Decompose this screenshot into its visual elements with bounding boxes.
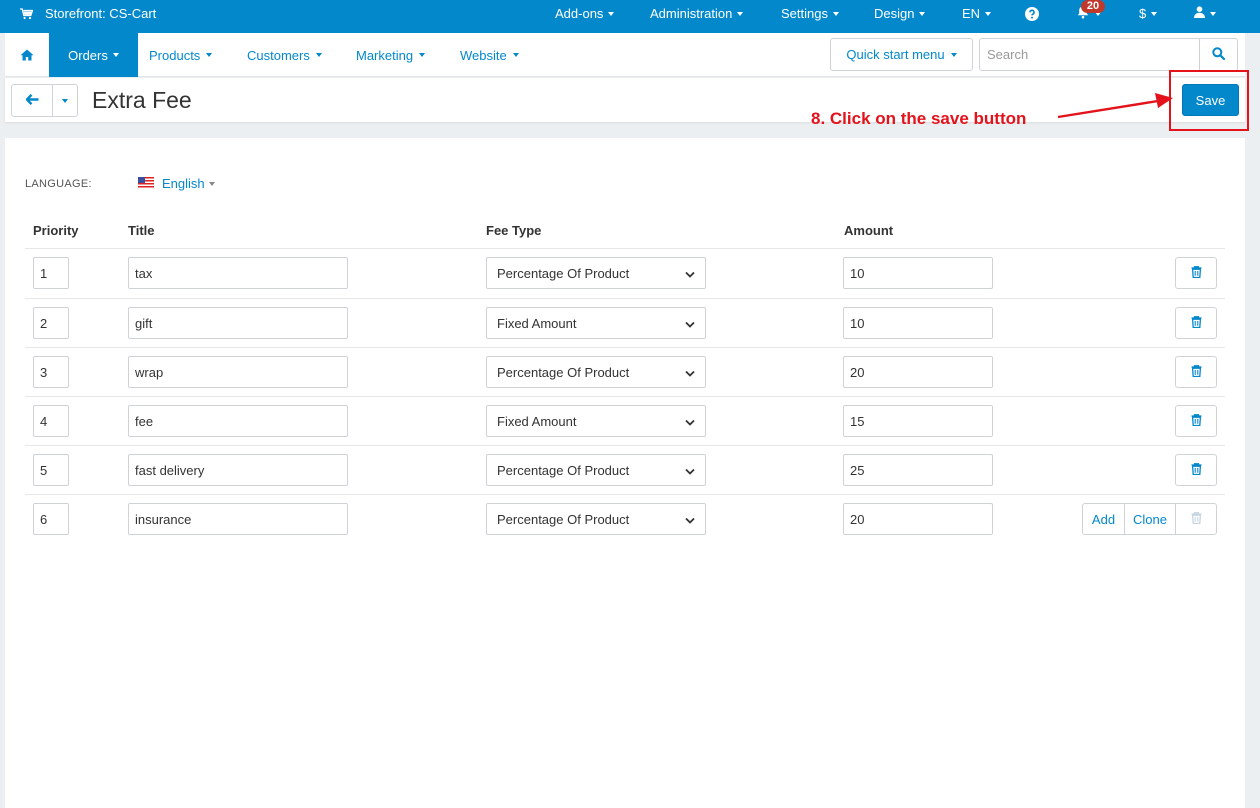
header-title: Title — [128, 223, 155, 238]
fee-type-value: Fixed Amount — [497, 315, 577, 331]
title-input[interactable] — [128, 356, 348, 388]
delete-button[interactable] — [1175, 405, 1217, 437]
table-row: Percentage Of Product Add Clone — [5, 494, 1245, 543]
language-select[interactable]: English — [138, 176, 215, 191]
fee-type-select[interactable]: Percentage Of Product — [486, 454, 706, 486]
header-fee-type: Fee Type — [486, 223, 542, 238]
priority-input[interactable] — [33, 405, 69, 437]
clone-button[interactable]: Clone — [1125, 504, 1176, 534]
trash-icon — [1191, 315, 1202, 331]
trash-icon — [1191, 413, 1202, 429]
fee-type-value: Percentage Of Product — [497, 265, 630, 281]
delete-button-disabled — [1176, 504, 1216, 534]
priority-input[interactable] — [33, 307, 69, 339]
fee-type-select[interactable]: Percentage Of Product — [486, 356, 706, 388]
fee-type-value: Percentage Of Product — [497, 511, 630, 527]
chevron-down-icon — [685, 316, 695, 331]
language-value: English — [162, 176, 205, 191]
table-row: Fixed Amount — [5, 396, 1245, 445]
chevron-down-icon — [685, 463, 695, 478]
title-input[interactable] — [128, 503, 348, 535]
table-row: Percentage Of Product — [5, 249, 1245, 298]
priority-input[interactable] — [33, 503, 69, 535]
title-input[interactable] — [128, 405, 348, 437]
table-row: Percentage Of Product — [5, 445, 1245, 494]
trash-icon — [1191, 462, 1202, 478]
language-label: LANGUAGE: — [25, 178, 92, 190]
fee-type-select[interactable]: Percentage Of Product — [486, 503, 706, 535]
amount-input[interactable] — [843, 356, 993, 388]
amount-input[interactable] — [843, 405, 993, 437]
delete-button[interactable] — [1175, 356, 1217, 388]
priority-input[interactable] — [33, 257, 69, 289]
fee-type-value: Percentage Of Product — [497, 462, 630, 478]
content-panel: LANGUAGE: English Priority Title Fee Typ… — [5, 138, 1245, 808]
header-amount: Amount — [844, 223, 894, 238]
trash-icon — [1191, 265, 1202, 281]
chevron-down-icon — [685, 266, 695, 281]
priority-input[interactable] — [33, 356, 69, 388]
fee-type-value: Fixed Amount — [497, 413, 577, 429]
title-input[interactable] — [128, 307, 348, 339]
fee-type-select[interactable]: Fixed Amount — [486, 307, 706, 339]
priority-input[interactable] — [33, 454, 69, 486]
chevron-down-icon — [685, 512, 695, 527]
us-flag-icon — [138, 176, 154, 191]
delete-button[interactable] — [1175, 257, 1217, 289]
amount-input[interactable] — [843, 454, 993, 486]
chevron-down-icon — [685, 414, 695, 429]
trash-icon — [1191, 511, 1202, 527]
annotation-label: 8. Click on the save button — [811, 109, 1027, 128]
fee-type-value: Percentage Of Product — [497, 364, 630, 380]
add-button[interactable]: Add — [1083, 504, 1125, 534]
trash-icon — [1191, 364, 1202, 380]
table-row: Fixed Amount — [5, 298, 1245, 347]
amount-input[interactable] — [843, 307, 993, 339]
header-priority: Priority — [33, 223, 79, 238]
fee-type-select[interactable]: Percentage Of Product — [486, 257, 706, 289]
delete-button[interactable] — [1175, 454, 1217, 486]
amount-input[interactable] — [843, 503, 993, 535]
title-input[interactable] — [128, 454, 348, 486]
title-input[interactable] — [128, 257, 348, 289]
caret-down-icon — [208, 181, 215, 186]
amount-input[interactable] — [843, 257, 993, 289]
chevron-down-icon — [685, 365, 695, 380]
fee-type-select[interactable]: Fixed Amount — [486, 405, 706, 437]
table-row: Percentage Of Product — [5, 347, 1245, 396]
row-action-group: Add Clone — [1082, 503, 1217, 535]
delete-button[interactable] — [1175, 307, 1217, 339]
